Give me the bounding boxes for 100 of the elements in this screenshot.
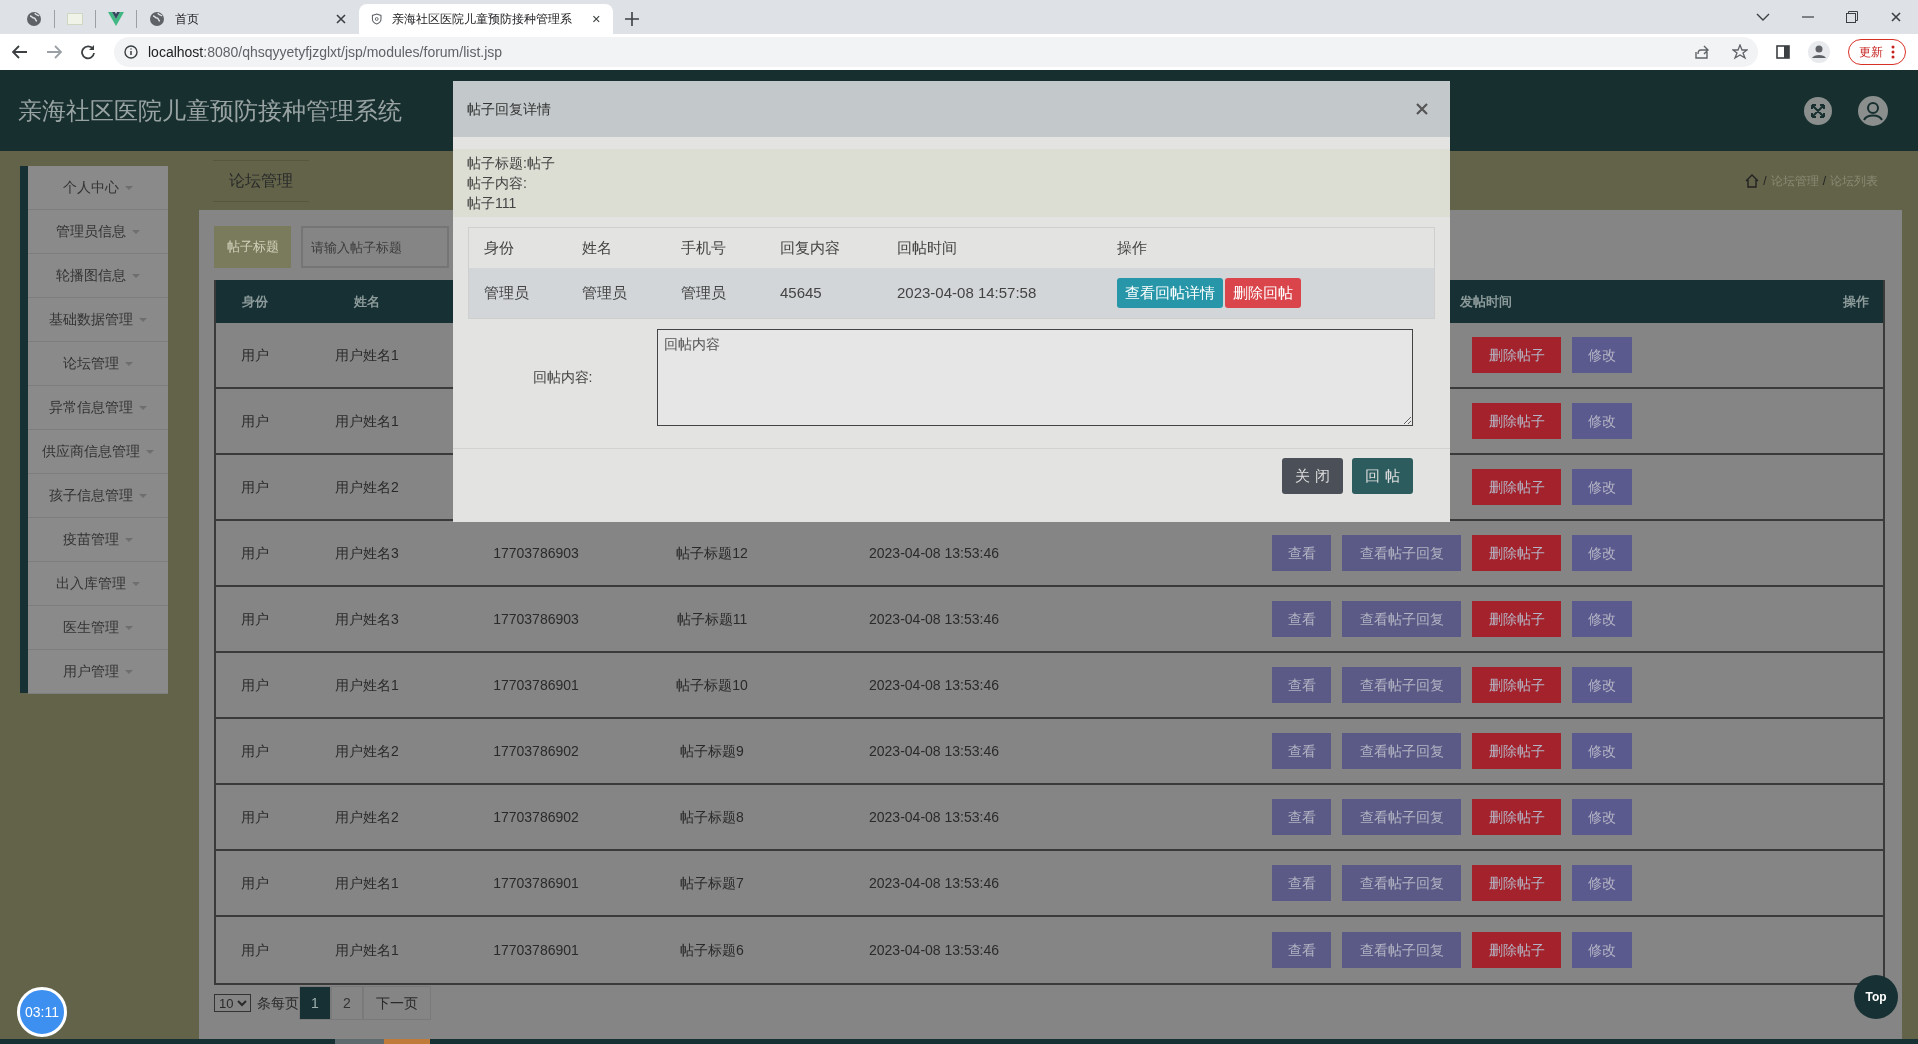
- view-button[interactable]: 查看: [1272, 733, 1331, 769]
- clock-badge: 03:11: [17, 987, 67, 1037]
- view-button[interactable]: 查看: [1272, 865, 1331, 901]
- reply-button[interactable]: 回 帖: [1352, 458, 1413, 494]
- side-panel-icon[interactable]: [1776, 45, 1790, 59]
- plus-icon[interactable]: [625, 12, 639, 26]
- view-button[interactable]: 查看: [1272, 535, 1331, 571]
- share-icon[interactable]: [1694, 44, 1710, 60]
- caret-down-icon: [146, 449, 154, 454]
- forward-arrow-icon[interactable]: [46, 45, 62, 59]
- delete-button[interactable]: 删除帖子: [1472, 667, 1561, 703]
- edit-button[interactable]: 修改: [1572, 733, 1632, 769]
- edit-button[interactable]: 修改: [1572, 403, 1632, 439]
- view-button[interactable]: 查看帖子回复: [1342, 667, 1461, 703]
- table-cell-text: 用户姓名3: [334, 609, 400, 629]
- delete-button[interactable]: 删除帖子: [1472, 932, 1561, 968]
- browser-tab[interactable]: 亲海社区医院儿童预防接种管理系: [359, 4, 613, 34]
- delete-reply-button[interactable]: 删除回帖: [1225, 278, 1301, 308]
- caret-down-icon: [125, 537, 133, 542]
- view-button[interactable]: 查看: [1272, 932, 1331, 968]
- profile-icon[interactable]: [1808, 41, 1830, 63]
- close-button[interactable]: 关 闭: [1282, 458, 1343, 494]
- edit-button[interactable]: 修改: [1572, 535, 1632, 571]
- view-button[interactable]: 查看: [1272, 601, 1331, 637]
- close-icon[interactable]: [1890, 11, 1902, 23]
- table-cell-text: 17703786901: [492, 873, 580, 893]
- sidebar-item[interactable]: 个人中心: [28, 166, 168, 210]
- globe-icon[interactable]: [26, 11, 42, 27]
- close-icon[interactable]: [592, 13, 601, 25]
- caret-down-icon: [139, 405, 147, 410]
- table-cell-text: 2023-04-08 13:53:46: [868, 873, 1000, 893]
- column-header: 操作: [1843, 292, 1870, 311]
- view-button[interactable]: 查看帖子回复: [1342, 932, 1461, 968]
- delete-button[interactable]: 删除帖子: [1472, 601, 1561, 637]
- edit-button[interactable]: 修改: [1572, 469, 1632, 505]
- page-button[interactable]: 1: [299, 986, 331, 1020]
- close-icon[interactable]: [1416, 103, 1428, 115]
- globe-icon[interactable]: [149, 11, 165, 27]
- sidebar-item[interactable]: 基础数据管理: [28, 298, 168, 342]
- sidebar-item[interactable]: 异常信息管理: [28, 386, 168, 430]
- next-page-button[interactable]: 下一页: [363, 986, 431, 1020]
- edit-button[interactable]: 修改: [1572, 932, 1632, 968]
- table-cell-text: 2023-04-08 13:53:46: [868, 675, 1000, 695]
- user-avatar-icon[interactable]: [1858, 95, 1888, 126]
- reload-icon[interactable]: [80, 44, 96, 60]
- caret-down-icon: [125, 185, 133, 190]
- sidebar-item[interactable]: 用户管理: [28, 650, 168, 694]
- v-logo-icon[interactable]: [108, 12, 124, 26]
- sidebar-item[interactable]: 医生管理: [28, 606, 168, 650]
- chevron-down-icon[interactable]: [1756, 13, 1770, 21]
- delete-button[interactable]: 删除帖子: [1472, 733, 1561, 769]
- reply-label: 回帖内容:: [531, 368, 594, 387]
- tab-title: 首页: [175, 11, 199, 28]
- close-icon[interactable]: [335, 13, 347, 25]
- column-header: 发帖时间: [1460, 292, 1513, 311]
- edit-button[interactable]: 修改: [1572, 667, 1632, 703]
- delete-button[interactable]: 删除帖子: [1472, 865, 1561, 901]
- sidebar-item[interactable]: 论坛管理: [28, 342, 168, 386]
- address-bar[interactable]: localhost:8080/qhsqyyetyfjzglxt/jsp/modules/forum/list.jsp: [114, 37, 1758, 67]
- delete-button[interactable]: 删除帖子: [1472, 403, 1561, 439]
- page-size-select[interactable]: 10: [214, 994, 251, 1012]
- home-icon[interactable]: [1745, 173, 1760, 188]
- url-text: localhost:8080/qhsqyyetyfjzglxt/jsp/modules/forum/list.jsp: [148, 42, 503, 62]
- view-button[interactable]: 查看帖子回复: [1342, 601, 1461, 637]
- sidebar-item[interactable]: 供应商信息管理: [28, 430, 168, 474]
- table-cell-text: 帖子标题10: [675, 675, 749, 695]
- edit-button[interactable]: 修改: [1572, 865, 1632, 901]
- shield-icon[interactable]: [371, 11, 383, 27]
- sidebar-item[interactable]: 管理员信息: [28, 210, 168, 254]
- star-icon[interactable]: [1732, 44, 1748, 60]
- edit-button[interactable]: 修改: [1572, 799, 1632, 835]
- back-arrow-icon[interactable]: [12, 45, 28, 59]
- delete-button[interactable]: 删除帖子: [1472, 535, 1561, 571]
- column-header: 操作: [1117, 237, 1148, 258]
- sidebar-item[interactable]: 孩子信息管理: [28, 474, 168, 518]
- breadcrumb-separator: /: [1763, 172, 1767, 190]
- view-button[interactable]: 查看: [1272, 799, 1331, 835]
- caret-down-icon: [125, 625, 133, 630]
- view-button[interactable]: 查看帖子回复: [1342, 535, 1461, 571]
- delete-button[interactable]: 删除帖子: [1472, 469, 1561, 505]
- view-button[interactable]: 查看帖子回复: [1342, 733, 1461, 769]
- view-button[interactable]: 查看帖子回复: [1342, 865, 1461, 901]
- search-field[interactable]: 请输入帖子标题: [301, 226, 449, 268]
- page-button[interactable]: 2: [331, 986, 363, 1020]
- delete-button[interactable]: 删除帖子: [1472, 799, 1561, 835]
- table-cell-text: 用户: [240, 940, 270, 960]
- restore-icon[interactable]: [1846, 11, 1858, 23]
- table-cell-text: 帖子标题11: [675, 609, 749, 629]
- sidebar-item[interactable]: 疫苗管理: [28, 518, 168, 562]
- info-icon[interactable]: [124, 45, 138, 59]
- delete-button[interactable]: 删除帖子: [1472, 337, 1561, 373]
- edit-button[interactable]: 修改: [1572, 601, 1632, 637]
- sidebar-item[interactable]: 轮播图信息: [28, 254, 168, 298]
- expand-icon[interactable]: [1804, 96, 1832, 125]
- view-button[interactable]: 查看: [1272, 667, 1331, 703]
- edit-button[interactable]: 修改: [1572, 337, 1632, 373]
- reply-textarea[interactable]: 回帖内容: [657, 329, 1413, 426]
- view-button[interactable]: 查看帖子回复: [1342, 799, 1461, 835]
- sidebar-item[interactable]: 出入库管理: [28, 562, 168, 606]
- view-reply-button[interactable]: 查看回帖详情: [1117, 278, 1223, 308]
